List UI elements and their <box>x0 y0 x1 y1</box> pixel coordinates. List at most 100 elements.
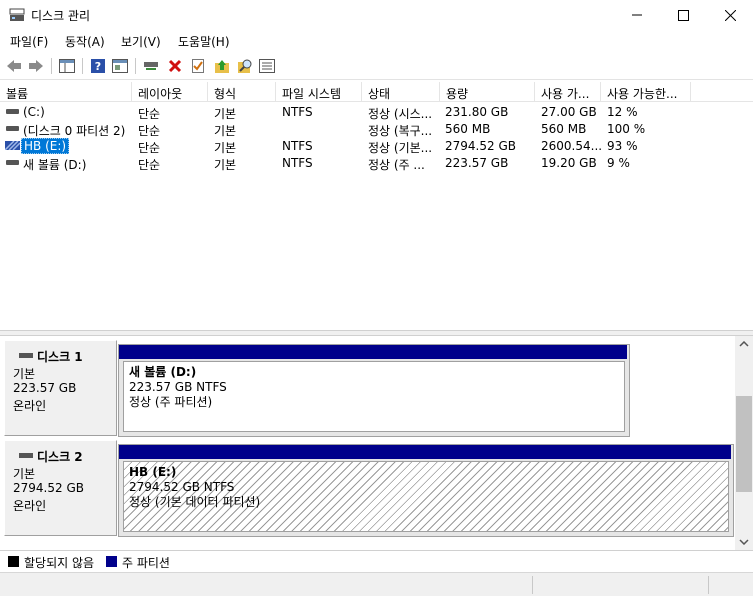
partition-details: 새 볼륨 (D:) 223.57 GB NTFS 정상 (주 파티션) <box>123 361 625 432</box>
partition-size: 2794.52 GB NTFS <box>129 480 235 494</box>
volume-free-space: 27.00 GB <box>541 105 597 119</box>
close-icon <box>724 9 736 21</box>
disk-name: 디스크 2 <box>37 450 83 464</box>
menu-bar: 파일(F) 동작(A) 보기(V) 도움말(H) <box>0 30 753 52</box>
partition-size: 223.57 GB NTFS <box>129 380 227 394</box>
column-volume[interactable]: 볼륨 <box>0 82 132 102</box>
volume-list-header: 볼륨 레이아웃 형식 파일 시스템 상태 용량 사용 가... 사용 가능한..… <box>0 82 753 102</box>
back-arrow-icon <box>7 60 21 72</box>
menu-view[interactable]: 보기(V) <box>121 33 161 50</box>
volume-row-selected[interactable]: HB (E:) 단순 기본 NTFS 정상 (기본... 2794.52 GB … <box>0 137 753 155</box>
disk-state: 온라인 <box>13 399 47 413</box>
volume-name: 새 볼륨 (D:) <box>23 158 87 172</box>
volume-capacity: 223.57 GB <box>445 156 509 170</box>
volume-percent-free: 12 % <box>607 105 638 119</box>
disk-icon <box>19 353 33 358</box>
list-view-icon <box>259 59 275 73</box>
volume-row[interactable]: (C:) 단순 기본 NTFS 정상 (시스... 231.80 GB 27.0… <box>0 103 753 121</box>
volume-capacity: 2794.52 GB <box>445 139 516 153</box>
forward-arrow-icon <box>29 60 43 72</box>
volume-filesystem: NTFS <box>282 156 313 170</box>
properties-panel-button[interactable] <box>111 57 129 75</box>
legend-unallocated-label: 할당되지 않음 <box>24 556 95 570</box>
volume-icon <box>6 109 19 114</box>
minimize-button[interactable] <box>614 0 660 30</box>
window-title: 디스크 관리 <box>31 9 91 23</box>
search-find-icon <box>238 59 252 73</box>
volume-row[interactable]: 새 볼륨 (D:) 단순 기본 NTFS 정상 (주 ... 223.57 GB… <box>0 154 753 172</box>
primary-partition-bar <box>119 345 627 359</box>
check-properties-button[interactable] <box>189 57 207 75</box>
legend-primary-label: 주 파티션 <box>122 556 170 570</box>
volume-capacity: 231.80 GB <box>445 105 509 119</box>
scroll-down-icon[interactable] <box>739 539 749 545</box>
disk-graphic-view: 디스크 1 기본 223.57 GB 온라인 새 볼륨 (D:) 223.57 … <box>0 336 735 550</box>
menu-file[interactable]: 파일(F) <box>10 33 48 50</box>
delete-button[interactable] <box>166 57 184 75</box>
partition-status: 정상 (기본 데이터 파티션) <box>129 495 261 509</box>
search-find-button[interactable] <box>236 57 254 75</box>
volume-icon-striped <box>5 141 20 150</box>
connect-disk-icon <box>144 62 158 70</box>
connect-disk-button[interactable] <box>142 57 160 75</box>
disk-name: 디스크 1 <box>37 350 83 364</box>
minimize-icon <box>632 14 642 16</box>
volume-type: 기본 <box>214 158 237 172</box>
disk-size: 223.57 GB <box>13 381 77 395</box>
toolbar: ? <box>0 52 753 80</box>
console-tree-icon <box>59 59 75 73</box>
show-console-tree-button[interactable] <box>58 57 76 75</box>
vertical-scrollbar[interactable] <box>735 336 753 550</box>
help-book-icon: ? <box>91 59 105 73</box>
partition-block[interactable]: 새 볼륨 (D:) 223.57 GB NTFS 정상 (주 파티션) <box>118 344 630 437</box>
menu-action[interactable]: 동작(A) <box>65 33 105 50</box>
volume-icon <box>6 160 19 165</box>
delete-x-icon <box>168 59 182 73</box>
column-percent-free[interactable]: 사용 가능한... <box>601 82 691 102</box>
volume-row[interactable]: (디스크 0 파티션 2) 단순 기본 정상 (복구... 560 MB 560… <box>0 120 753 138</box>
volume-percent-free: 93 % <box>607 139 638 153</box>
column-capacity[interactable]: 용량 <box>440 82 535 102</box>
volume-capacity: 560 MB <box>445 122 491 136</box>
close-button[interactable] <box>707 0 753 30</box>
volume-filesystem: NTFS <box>282 139 313 153</box>
primary-partition-bar <box>119 445 731 459</box>
volume-layout: 단순 <box>138 158 161 172</box>
disk-state: 온라인 <box>13 499 47 513</box>
title-bar: 디스크 관리 <box>0 0 753 30</box>
disk-icon <box>19 453 33 458</box>
scrollbar-thumb[interactable] <box>736 396 752 492</box>
volume-name: HB (E:) <box>21 138 70 154</box>
volume-free-space: 560 MB <box>541 122 587 136</box>
disk-type: 기본 <box>13 367 36 381</box>
status-bar <box>0 572 753 596</box>
partition-label: HB (E:) <box>129 465 177 479</box>
help-button[interactable]: ? <box>89 57 107 75</box>
legend: 할당되지 않음 주 파티션 <box>0 550 753 572</box>
menu-help[interactable]: 도움말(H) <box>178 33 230 50</box>
list-view-button[interactable] <box>258 57 276 75</box>
disk-size: 2794.52 GB <box>13 481 84 495</box>
column-filesystem[interactable]: 파일 시스템 <box>276 82 362 102</box>
disk-info-panel[interactable]: 디스크 2 기본 2794.52 GB 온라인 <box>4 440 117 536</box>
back-button[interactable] <box>5 57 23 75</box>
maximize-button[interactable] <box>660 0 706 30</box>
partition-block-selected[interactable]: HB (E:) 2794.52 GB NTFS 정상 (기본 데이터 파티션) <box>118 444 734 537</box>
volume-free-space: 2600.54... <box>541 139 603 153</box>
volume-percent-free: 100 % <box>607 122 646 136</box>
up-folder-button[interactable] <box>213 57 231 75</box>
forward-button[interactable] <box>27 57 45 75</box>
legend-unallocated-swatch <box>8 556 19 567</box>
column-free-space[interactable]: 사용 가... <box>535 82 601 102</box>
scroll-up-icon[interactable] <box>739 341 749 347</box>
maximize-icon <box>677 9 689 21</box>
column-type[interactable]: 형식 <box>208 82 276 102</box>
volume-name: (C:) <box>23 105 45 119</box>
disk-info-panel[interactable]: 디스크 1 기본 223.57 GB 온라인 <box>4 340 117 436</box>
column-layout[interactable]: 레이아웃 <box>132 82 208 102</box>
disk-management-icon <box>9 8 25 21</box>
column-status[interactable]: 상태 <box>362 82 440 102</box>
partition-details: HB (E:) 2794.52 GB NTFS 정상 (기본 데이터 파티션) <box>123 461 729 532</box>
svg-text:?: ? <box>95 60 101 73</box>
volume-filesystem: NTFS <box>282 105 313 119</box>
